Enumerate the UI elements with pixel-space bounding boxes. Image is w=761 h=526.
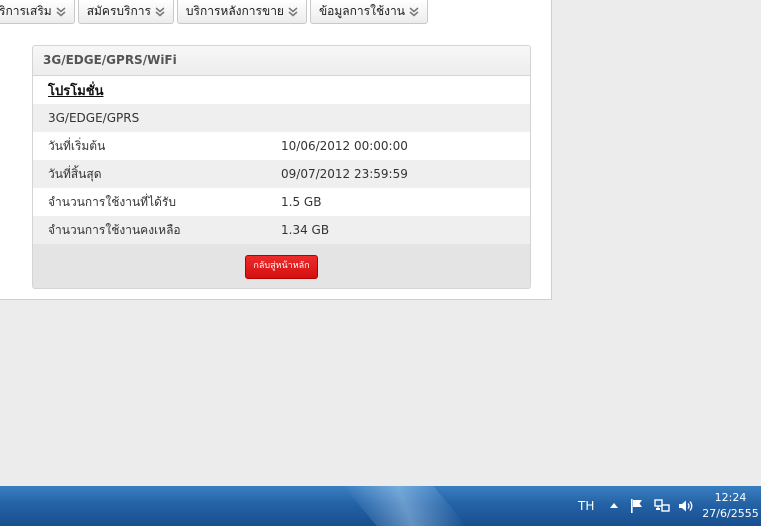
taskbar: TH 12:24 27/6/2555 [0,486,761,526]
table-row: วันที่เริ่มต้น 10/06/2012 00:00:00 [33,132,530,160]
usage-panel: 3G/EDGE/GPRS/WiFi โปรโมชั่น 3G/EDGE/GPRS… [32,45,531,289]
menu-item-label: บริการหลังการขาย [185,4,284,18]
menu-item-label: สมัครบริการ [86,4,151,18]
row-value: 09/07/2012 23:59:59 [281,167,408,181]
taskbar-decoration [343,486,467,526]
system-clock[interactable]: 12:24 27/6/2555 [700,490,761,522]
button-row: กลับสู่หน้าหลัก [33,244,530,288]
clock-date: 27/6/2555 [702,507,759,520]
menu-item-after-sales[interactable]: บริการหลังการขาย [176,0,307,24]
panel-title: 3G/EDGE/GPRS/WiFi [33,46,530,76]
screen: ริการเสริม สมัครบริการ บริการหลังการขาย [0,0,761,526]
network-icon[interactable] [654,498,670,514]
row-value: 10/06/2012 00:00:00 [281,139,408,153]
menu-item-usage-info[interactable]: ข้อมูลการใช้งาน [309,0,428,24]
language-indicator[interactable]: TH [578,486,594,526]
top-menu: ริการเสริม สมัครบริการ บริการหลังการขาย [0,0,428,25]
double-chevron-down-icon [56,6,66,16]
double-chevron-down-icon [288,6,298,16]
double-chevron-down-icon [155,6,165,16]
row-label: วันที่เริ่มต้น [48,138,106,153]
table-row: จำนวนการใช้งานคงเหลือ 1.34 GB [33,216,530,244]
browser-page: ริการเสริม สมัครบริการ บริการหลังการขาย [0,0,552,300]
double-chevron-down-icon [409,6,419,16]
table-row: จำนวนการใช้งานที่ได้รับ 1.5 GB [33,188,530,216]
menu-item-subscribe[interactable]: สมัครบริการ [77,0,174,24]
back-to-home-button[interactable]: กลับสู่หน้าหลัก [245,254,318,279]
volume-icon[interactable] [678,498,694,514]
show-hidden-icons-arrow-icon[interactable] [606,498,622,514]
row-label: จำนวนการใช้งานคงเหลือ [48,222,181,237]
row-label: จำนวนการใช้งานที่ได้รับ [48,194,176,209]
row-value: 1.34 GB [281,223,330,237]
promo-name: 3G/EDGE/GPRS [48,111,140,125]
row-value: 1.5 GB [281,195,322,209]
promo-title: โปรโมชั่น [48,83,104,99]
action-center-flag-icon[interactable] [629,498,645,514]
promo-name-row: 3G/EDGE/GPRS [33,104,530,132]
promo-title-row: โปรโมชั่น [33,76,530,104]
clock-time: 12:24 [714,491,747,504]
table-row: วันที่สิ้นสุด 09/07/2012 23:59:59 [33,160,530,188]
menu-item-extra-services[interactable]: ริการเสริม [0,0,75,24]
menu-item-label: ข้อมูลการใช้งาน [318,4,405,18]
row-label: วันที่สิ้นสุด [48,166,102,181]
menu-item-label: ริการเสริม [0,4,52,18]
